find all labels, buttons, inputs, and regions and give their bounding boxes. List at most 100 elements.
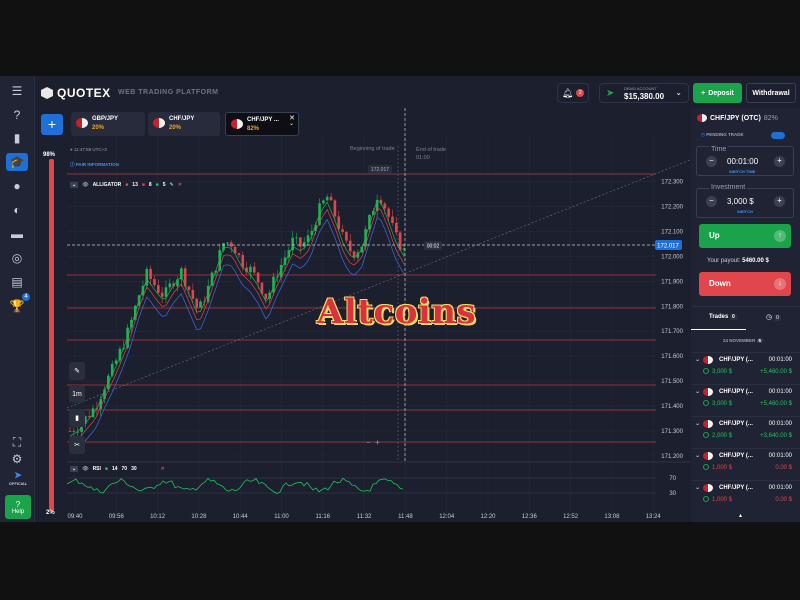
- analytics-icon[interactable]: ▮: [6, 129, 28, 147]
- account-selector[interactable]: ➤ DEMO ACCOUNT $15,380.00 ⌄: [599, 83, 689, 103]
- candle-body: [241, 254, 245, 268]
- profile-icon[interactable]: ●: [6, 177, 28, 195]
- telegram-official[interactable]: ➤ OFFICIAL: [4, 470, 32, 486]
- switch-time-link[interactable]: SWITCH TIME: [729, 169, 755, 174]
- time-decrease-button[interactable]: −: [706, 156, 717, 167]
- help-icon[interactable]: ?: [6, 106, 28, 124]
- indicators-button[interactable]: ✂: [69, 436, 85, 454]
- eye-icon[interactable]: 👁︎: [82, 182, 88, 188]
- tools-icon: ✂: [74, 442, 80, 449]
- menu-icon[interactable]: ☰: [6, 82, 28, 100]
- flag-icon: [153, 118, 165, 128]
- x-tick-label: 12:04: [439, 514, 455, 520]
- overlay-caption: Altcoins: [317, 292, 477, 332]
- investment-decrease-button[interactable]: −: [706, 196, 717, 207]
- withdrawal-button[interactable]: Withdrawal: [746, 83, 796, 103]
- x-tick-label: 11:16: [316, 514, 331, 520]
- candle-body: [322, 200, 325, 204]
- trade-amount: 1,000 $: [712, 465, 733, 471]
- zoom-controls[interactable]: − +: [366, 438, 380, 447]
- flag-icon: [231, 119, 243, 129]
- beginning-of-trade-label: Beginning of trade: [350, 146, 395, 152]
- up-button[interactable]: Up ↑: [699, 224, 791, 248]
- time-field[interactable]: Time − 00:01:00 + SWITCH TIME: [696, 146, 794, 176]
- fullscreen-icon[interactable]: ⛶: [6, 433, 28, 451]
- candle-body: [356, 252, 360, 258]
- chevron-down-icon[interactable]: ⌄: [695, 484, 700, 491]
- chevron-down-icon[interactable]: ⌄: [695, 452, 700, 459]
- candle-body: [260, 282, 264, 294]
- drawing-tool-button[interactable]: ✎: [69, 362, 85, 380]
- chevron-down-icon[interactable]: ⌄: [695, 356, 700, 363]
- asset-tab-gbpjpy[interactable]: GBP/JPY 20%: [71, 112, 145, 136]
- history-tab[interactable]: ◷ 0: [766, 313, 781, 321]
- scroll-up-icon[interactable]: ▴: [739, 512, 742, 519]
- candle-body: [329, 196, 333, 201]
- time-value: 00:01:00: [727, 157, 759, 166]
- direction-up-icon: [703, 400, 709, 406]
- sentiment-bar: [49, 159, 54, 511]
- deposit-button[interactable]: + Deposit: [693, 83, 742, 103]
- trade-panel: CHF/JPY (OTC) 82% ◷ PENDING TRADE Time −…: [691, 108, 800, 522]
- candle-body: [252, 266, 256, 273]
- trade-row[interactable]: ⌄ CHF/JPY (... 00:01:00 1,000 $ 0.00 $: [691, 480, 800, 511]
- asset-tab-chfjpy-otc[interactable]: CHF/JPY ... 82% ✕ ⌄: [225, 112, 299, 136]
- candle-body: [68, 431, 72, 432]
- notifications-button[interactable]: 🔔︎ 2: [557, 83, 589, 103]
- education-icon[interactable]: 🎓: [6, 153, 28, 171]
- candle-body: [237, 253, 241, 255]
- remove-indicator-icon[interactable]: ✕: [178, 182, 182, 188]
- switch-link[interactable]: SWITCH: [737, 209, 753, 214]
- rsi-indicator-bar[interactable]: ⌄ 👁︎ RSI ■ 14 70 30 ✕: [70, 466, 165, 472]
- timeframe-button[interactable]: 1m: [69, 385, 85, 403]
- trade-row[interactable]: ⌄ CHF/JPY (... 00:01:00 1,000 $ 0.00 $: [691, 448, 800, 479]
- y-tick-label: 171.600: [661, 354, 683, 360]
- trade-row[interactable]: ⌄ CHF/JPY (... 00:01:00 3,000 $ +5,460.00 $: [691, 352, 800, 383]
- end-of-trade-label: End of trade 01:00: [416, 147, 446, 161]
- pair-information-link[interactable]: ⓘ PAIR INFORMATION: [70, 162, 119, 168]
- flag-icon: [697, 114, 707, 122]
- edit-icon[interactable]: ✎: [169, 182, 173, 188]
- collapse-icon[interactable]: ⌄: [70, 182, 79, 188]
- down-button[interactable]: Down ↓: [699, 272, 791, 296]
- candle-body: [299, 237, 302, 247]
- x-tick-label: 09:40: [67, 514, 83, 520]
- trade-row[interactable]: ⌄ CHF/JPY (... 00:01:00 2,000 $ +3,640.00 $: [691, 416, 800, 447]
- leaderboard-icon[interactable]: ▬: [6, 225, 28, 243]
- money-icon[interactable]: ▤: [6, 273, 28, 291]
- collapse-icon[interactable]: ⌄: [70, 466, 79, 472]
- asset-tab-chfjpy[interactable]: CHF/JPY 20%: [148, 112, 220, 136]
- candle-body: [226, 242, 229, 244]
- time-increase-button[interactable]: +: [774, 156, 785, 167]
- trophy-icon[interactable]: 🏆 4: [6, 293, 30, 315]
- settings-icon[interactable]: ⚙: [6, 450, 28, 468]
- market-icon[interactable]: ◐: [6, 201, 28, 219]
- x-tick-label: 10:28: [191, 514, 207, 520]
- arrow-down-icon: ↓: [774, 278, 786, 290]
- chart-type-button[interactable]: ▮: [69, 409, 85, 427]
- candle-body: [91, 408, 95, 417]
- flag-icon: [703, 356, 713, 364]
- candle-body: [379, 199, 383, 204]
- alligator-indicator-bar[interactable]: ⌄ 👁︎ ALLIGATOR ■ 13 ■ 8 ■ 5 ✎ ✕: [70, 182, 182, 188]
- eye-icon[interactable]: 👁︎: [82, 466, 88, 472]
- asset-selector[interactable]: CHF/JPY (OTC) 82%: [697, 114, 778, 122]
- pending-trade-toggle[interactable]: [771, 132, 785, 139]
- investment-increase-button[interactable]: +: [774, 196, 785, 207]
- chevron-down-icon[interactable]: ⌄: [695, 420, 700, 427]
- trade-row[interactable]: ⌄ CHF/JPY (... 00:01:00 3,000 $ +5,460.00 $: [691, 384, 800, 415]
- active-tab-indicator: [691, 329, 746, 330]
- candle-body: [276, 276, 279, 278]
- signals-icon[interactable]: ◎: [6, 249, 28, 267]
- help-button[interactable]: ? Help: [5, 495, 31, 519]
- chevron-down-icon[interactable]: ⌄: [695, 388, 700, 395]
- logo[interactable]: QUOTEX: [41, 86, 111, 100]
- candle-body: [110, 363, 114, 376]
- remove-indicator-icon[interactable]: ✕: [161, 466, 165, 472]
- add-asset-button[interactable]: +: [41, 114, 63, 135]
- investment-field[interactable]: Investment − 3,000 $ + SWITCH: [696, 184, 794, 218]
- trades-tab[interactable]: Trades 0: [709, 314, 737, 320]
- trade-profit: 0.00 $: [775, 465, 792, 471]
- pencil-icon: ✎: [74, 368, 80, 375]
- chevron-down-icon[interactable]: ⌄: [289, 120, 294, 127]
